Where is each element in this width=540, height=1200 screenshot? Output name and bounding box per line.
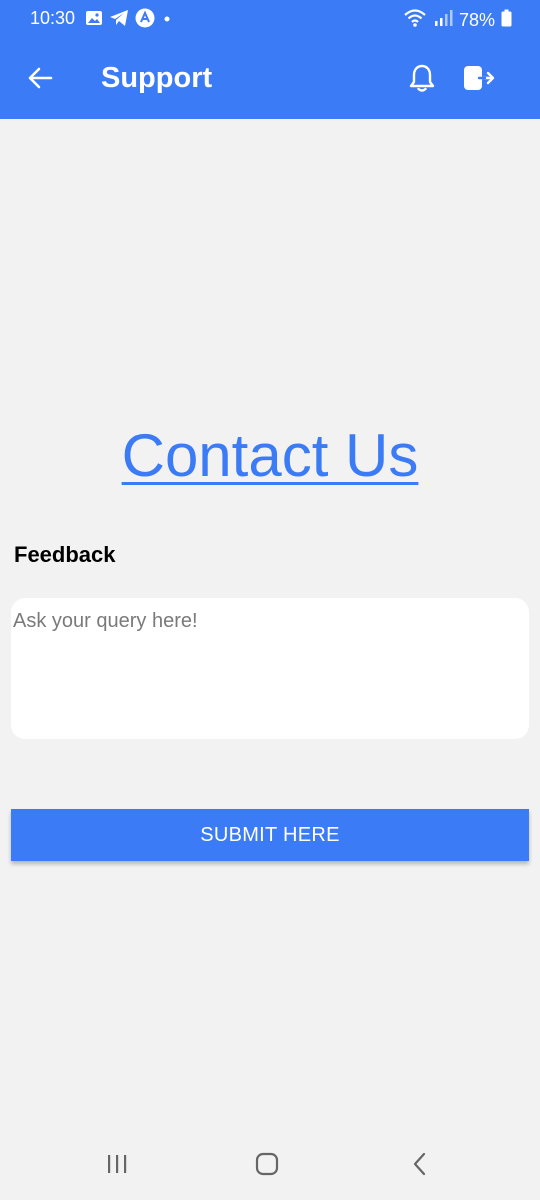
home-button[interactable] <box>245 1146 289 1186</box>
back-icon <box>410 1152 430 1181</box>
telegram-icon <box>109 9 129 32</box>
signal-icon <box>433 9 453 32</box>
feedback-label: Feedback <box>14 542 116 567</box>
logout-button[interactable] <box>458 60 500 100</box>
app-bar: Support <box>0 40 540 119</box>
app-a-icon <box>135 8 155 33</box>
feedback-input[interactable] <box>11 598 529 739</box>
home-icon <box>254 1152 280 1181</box>
dot-icon <box>161 11 173 29</box>
system-status: 78% <box>403 8 512 32</box>
notification-icons <box>85 8 173 33</box>
battery-icon <box>501 9 512 32</box>
page-title: Support <box>101 62 213 94</box>
wifi-icon <box>403 8 427 33</box>
contact-us-link[interactable]: Contact Us <box>0 420 540 492</box>
status-time: 10:30 <box>30 8 76 28</box>
system-nav-bar <box>0 1132 540 1200</box>
back-button[interactable] <box>20 60 60 100</box>
battery-percent: 78% <box>458 9 495 30</box>
image-icon <box>85 9 103 32</box>
back-arrow-icon <box>27 66 53 95</box>
notifications-button[interactable] <box>402 60 442 100</box>
status-bar: 10:30 78% <box>0 0 540 40</box>
system-back-button[interactable] <box>398 1146 442 1186</box>
recent-apps-icon <box>105 1153 129 1180</box>
logout-icon <box>463 64 495 97</box>
recent-apps-button[interactable] <box>95 1146 139 1186</box>
submit-button[interactable]: SUBMIT HERE <box>11 809 529 861</box>
bell-icon <box>408 63 436 98</box>
